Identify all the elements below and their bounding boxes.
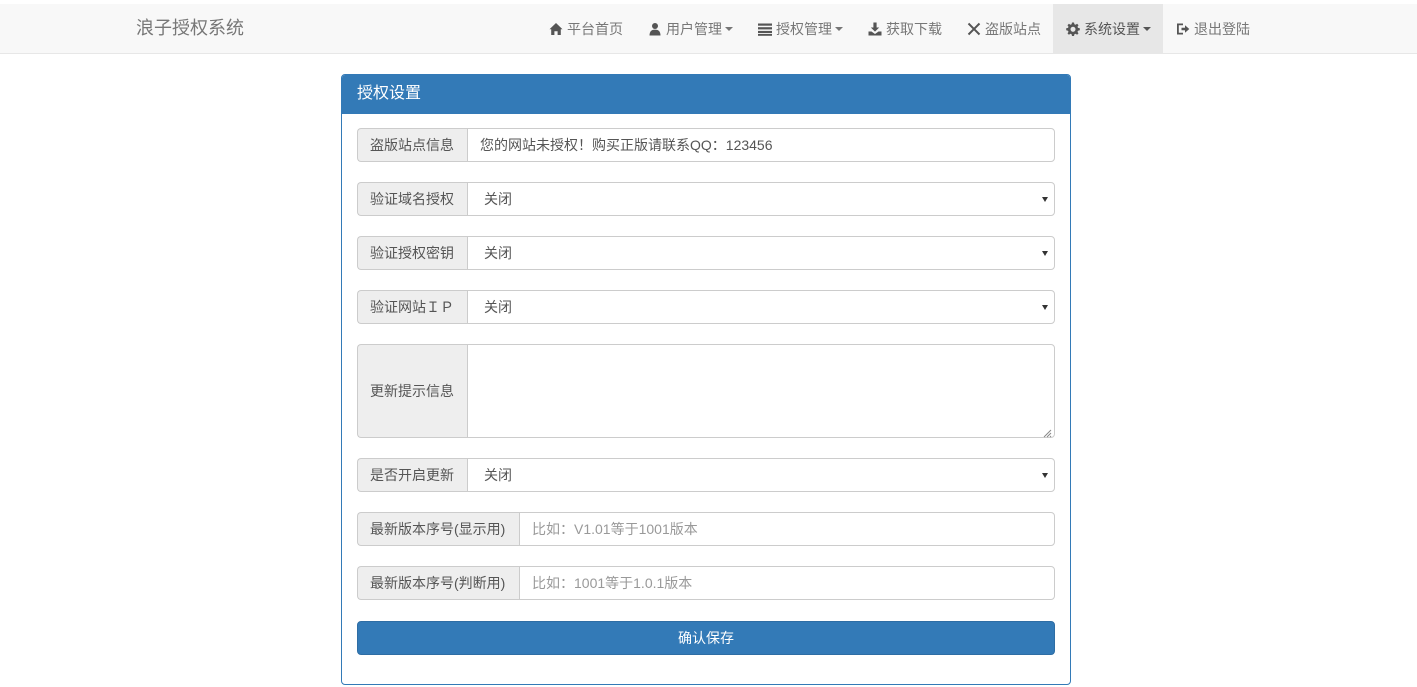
verify-ip-row: 验证网站ＩＰ 关闭 xyxy=(357,290,1055,324)
chevron-down-icon xyxy=(1042,197,1048,202)
version-judge-placeholder: 比如：1001等于1.0.1版本 xyxy=(532,575,693,591)
save-button[interactable]: 确认保存 xyxy=(357,621,1055,655)
chevron-down-icon xyxy=(1042,305,1048,310)
list-icon xyxy=(757,22,773,36)
version-display-row: 最新版本序号(显示用) 比如：V1.01等于1001版本 xyxy=(357,512,1055,546)
verify-key-select[interactable]: 关闭 xyxy=(467,236,1055,270)
pirate-info-value: 您的网站未授权！购买正版请联系QQ：123456 xyxy=(480,137,773,153)
brand-title[interactable]: 浪子授权系统 xyxy=(136,17,244,39)
panel-title: 授权设置 xyxy=(342,75,1070,114)
verify-ip-select[interactable]: 关闭 xyxy=(467,290,1055,324)
close-icon xyxy=(966,22,982,36)
chevron-down-icon xyxy=(725,27,733,31)
nav-settings-label: 系统设置 xyxy=(1084,21,1140,37)
enable-update-value: 关闭 xyxy=(484,467,512,483)
chevron-down-icon xyxy=(1042,473,1048,478)
pirate-info-row: 盗版站点信息 您的网站未授权！购买正版请联系QQ：123456 xyxy=(357,128,1055,162)
pirate-info-input[interactable]: 您的网站未授权！购买正版请联系QQ：123456 xyxy=(467,128,1055,162)
enable-update-label: 是否开启更新 xyxy=(357,458,467,492)
nav-auth[interactable]: 授权管理 xyxy=(745,4,855,54)
auth-settings-panel: 授权设置 盗版站点信息 您的网站未授权！购买正版请联系QQ：123456 验证域… xyxy=(341,74,1071,685)
download-icon xyxy=(867,22,883,36)
nav-pirate-label: 盗版站点 xyxy=(985,21,1041,37)
main-nav: 平台首页 用户管理 授权管理 获取下载 盗版站点 系统设置 退出登陆 xyxy=(536,4,1262,54)
nav-logout-label: 退出登陆 xyxy=(1194,21,1250,37)
nav-auth-label: 授权管理 xyxy=(776,21,832,37)
chevron-down-icon xyxy=(835,27,843,31)
version-judge-row: 最新版本序号(判断用) 比如：1001等于1.0.1版本 xyxy=(357,566,1055,600)
update-message-label: 更新提示信息 xyxy=(357,344,467,438)
nav-logout[interactable]: 退出登陆 xyxy=(1163,4,1262,54)
enable-update-select[interactable]: 关闭 xyxy=(467,458,1055,492)
nav-home-label: 平台首页 xyxy=(567,21,623,37)
verify-ip-value: 关闭 xyxy=(484,299,512,315)
verify-ip-label: 验证网站ＩＰ xyxy=(357,290,467,324)
verify-domain-label: 验证域名授权 xyxy=(357,182,467,216)
version-judge-label: 最新版本序号(判断用) xyxy=(357,566,519,600)
nav-users[interactable]: 用户管理 xyxy=(635,4,745,54)
update-message-textarea[interactable] xyxy=(467,344,1055,438)
update-message-row: 更新提示信息 xyxy=(357,344,1055,438)
verify-key-value: 关闭 xyxy=(484,245,512,261)
nav-users-label: 用户管理 xyxy=(666,21,722,37)
verify-domain-select[interactable]: 关闭 xyxy=(467,182,1055,216)
version-display-placeholder: 比如：V1.01等于1001版本 xyxy=(532,521,698,537)
chevron-down-icon xyxy=(1143,27,1151,31)
chevron-down-icon xyxy=(1042,251,1048,256)
resize-grip-icon[interactable] xyxy=(1042,425,1052,438)
top-navbar: 浪子授权系统 平台首页 用户管理 授权管理 获取下载 盗版站点 系统设置 退出登… xyxy=(0,4,1417,54)
gear-icon xyxy=(1065,22,1081,36)
home-icon xyxy=(548,22,564,36)
logout-icon xyxy=(1175,22,1191,36)
enable-update-row: 是否开启更新 关闭 xyxy=(357,458,1055,492)
nav-home[interactable]: 平台首页 xyxy=(536,4,635,54)
nav-download[interactable]: 获取下载 xyxy=(855,4,954,54)
version-display-input[interactable]: 比如：V1.01等于1001版本 xyxy=(519,512,1055,546)
version-judge-input[interactable]: 比如：1001等于1.0.1版本 xyxy=(519,566,1055,600)
nav-pirate[interactable]: 盗版站点 xyxy=(954,4,1053,54)
nav-download-label: 获取下载 xyxy=(886,21,942,37)
verify-domain-value: 关闭 xyxy=(484,191,512,207)
nav-settings[interactable]: 系统设置 xyxy=(1053,4,1163,54)
verify-key-row: 验证授权密钥 关闭 xyxy=(357,236,1055,270)
verify-domain-row: 验证域名授权 关闭 xyxy=(357,182,1055,216)
verify-key-label: 验证授权密钥 xyxy=(357,236,467,270)
version-display-label: 最新版本序号(显示用) xyxy=(357,512,519,546)
pirate-info-label: 盗版站点信息 xyxy=(357,128,467,162)
user-icon xyxy=(647,22,663,36)
